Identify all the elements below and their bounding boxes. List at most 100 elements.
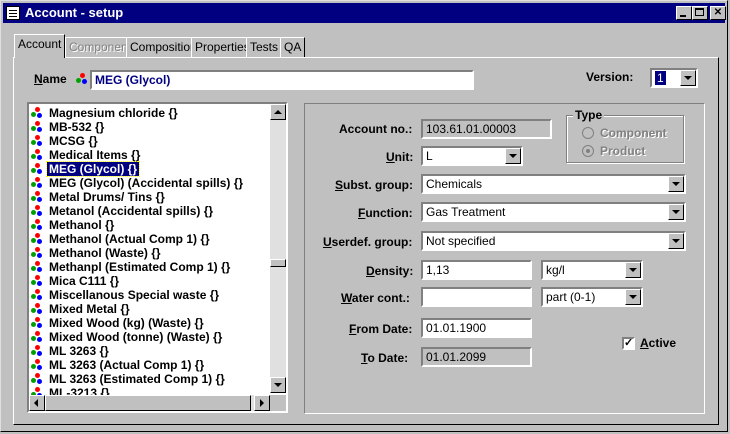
tab-account[interactable]: Account <box>14 34 66 58</box>
scroll-right-icon[interactable] <box>254 395 270 411</box>
userdef-group-value: Not specified <box>426 234 496 248</box>
account-item-icon <box>31 303 43 315</box>
tab-tests[interactable]: Tests <box>246 37 283 57</box>
density-unit-select[interactable]: kg/l <box>541 260 643 280</box>
scroll-up-icon[interactable] <box>270 104 286 120</box>
list-item-label: MEG (Glycol) {} <box>45 161 141 177</box>
list-item-label: Methanol (Waste) {} <box>49 246 161 260</box>
scroll-down-icon[interactable] <box>270 377 286 393</box>
tab-composition[interactable]: Composition <box>126 37 201 57</box>
subst-group-value: Chemicals <box>426 177 483 191</box>
chevron-down-icon[interactable] <box>668 233 684 249</box>
tab-component[interactable]: Component <box>65 37 136 57</box>
list-item-label: Magnesium chloride {} <box>49 106 178 120</box>
list-vertical-scrollbar[interactable] <box>270 104 286 393</box>
account-item-icon <box>31 275 43 287</box>
account-no-field: 103.61.01.00003 <box>421 119 552 139</box>
list-item-label: Methanol (Actual Comp 1) {} <box>49 232 210 246</box>
account-item-icon <box>31 373 43 385</box>
from-date-input[interactable]: 01.01.1900 <box>421 318 532 338</box>
chevron-down-icon[interactable] <box>505 148 521 164</box>
scroll-corner <box>270 395 286 411</box>
account-no-label: Account no.: <box>339 122 413 136</box>
account-list[interactable]: Magnesium chloride {} MB-532 {} MCSG {} Med… <box>27 102 288 413</box>
list-item-label: MEG (Glycol) (Accidental spills) {} <box>49 176 244 190</box>
subst-group-select[interactable]: Chemicals <box>421 174 686 194</box>
density-unit-value: kg/l <box>546 263 565 277</box>
list-horizontal-scrollbar[interactable] <box>29 395 270 411</box>
list-item-label: Miscellanous Special waste {} <box>49 288 220 302</box>
list-item-label: Metanol (Accidental spills) {} <box>49 204 214 218</box>
account-item-icon <box>31 121 43 133</box>
list-item-label: Mixed Wood (kg) (Waste) {} <box>49 316 204 330</box>
water-cont-input[interactable] <box>421 287 532 307</box>
type-product-radio[interactable] <box>582 145 594 157</box>
maximize-button[interactable] <box>692 6 708 20</box>
tab-account-label: Account <box>18 37 62 51</box>
list-item-label: ML 3263 (Actual Comp 1) {} <box>49 358 205 372</box>
to-date-label: To Date: <box>361 351 409 365</box>
close-icon: ✕ <box>713 7 723 18</box>
unit-select[interactable]: L <box>421 146 523 166</box>
scroll-thumb-horizontal[interactable] <box>45 395 251 411</box>
userdef-group-label: Userdef. group: <box>323 235 413 249</box>
close-button[interactable]: ✕ <box>710 6 726 20</box>
tab-component-label: Component <box>69 40 132 54</box>
account-item-icon <box>31 261 43 273</box>
water-cont-unit-value: part (0-1) <box>546 290 596 304</box>
type-product-label: Product <box>600 144 646 158</box>
water-cont-unit-select[interactable]: part (0-1) <box>541 287 643 307</box>
account-item-icon <box>31 163 43 175</box>
account-item-icon <box>31 205 43 217</box>
account-setup-window: Account - setup ✕ Account Component Comp… <box>0 0 728 432</box>
function-select[interactable]: Gas Treatment <box>421 202 686 222</box>
list-item-label: Mixed Metal {} <box>49 302 130 316</box>
type-component-radio[interactable] <box>582 127 594 139</box>
chevron-down-icon[interactable] <box>625 289 641 305</box>
density-label: Density: <box>366 264 414 278</box>
version-select[interactable]: 1 <box>650 68 698 88</box>
name-input[interactable]: MEG (Glycol) <box>90 70 474 90</box>
userdef-group-select[interactable]: Not specified <box>421 231 686 251</box>
account-item-icon <box>31 135 43 147</box>
tab-qa[interactable]: QA <box>280 37 306 57</box>
from-date-label: From Date: <box>349 322 413 336</box>
account-item-icon <box>31 331 43 343</box>
list-item-label: MB-532 {} <box>49 120 105 134</box>
density-input[interactable]: 1,13 <box>421 260 532 280</box>
unit-value: L <box>426 149 433 163</box>
name-status-icon <box>76 73 88 85</box>
subst-group-label: Subst. group: <box>335 178 413 192</box>
account-item-icon <box>31 345 43 357</box>
list-item-label: ML 3263 (Estimated Comp 1) {} <box>49 372 225 386</box>
tab-properties[interactable]: Properties <box>191 37 254 57</box>
minimize-icon <box>680 15 686 17</box>
account-item-icon <box>31 317 43 329</box>
checkmark-icon: ✓ <box>624 337 634 349</box>
list-item-label: Mica C111 {} <box>49 274 120 288</box>
chevron-down-icon[interactable] <box>668 204 684 220</box>
account-item-icon <box>31 233 43 245</box>
chevron-down-icon[interactable] <box>625 262 641 278</box>
chevron-down-icon[interactable] <box>680 70 696 86</box>
list-item-label: ML 3263 {} <box>49 344 109 358</box>
minimize-button[interactable] <box>676 6 692 20</box>
tab-qa-label: QA <box>284 40 302 54</box>
scroll-thumb-vertical[interactable] <box>270 259 286 267</box>
type-component-label: Component <box>600 126 667 140</box>
function-label: Function: <box>358 206 413 220</box>
unit-label: Unit: <box>386 150 414 164</box>
account-item-icon <box>31 107 43 119</box>
scroll-left-icon[interactable] <box>29 395 45 411</box>
list-item-label: Methanol {} <box>49 218 115 232</box>
tab-properties-label: Properties <box>195 40 250 54</box>
name-label: Name <box>34 72 67 86</box>
active-checkbox[interactable]: ✓ <box>622 337 635 350</box>
title-bar[interactable]: Account - setup ✕ <box>3 3 726 23</box>
chevron-down-icon[interactable] <box>668 176 684 192</box>
account-item-icon <box>31 289 43 301</box>
app-icon[interactable] <box>6 6 20 20</box>
list-item-label: Metal Drums/ Tins {} <box>49 190 165 204</box>
list-item-label: Medical Items {} <box>49 148 141 162</box>
account-item-icon <box>31 149 43 161</box>
